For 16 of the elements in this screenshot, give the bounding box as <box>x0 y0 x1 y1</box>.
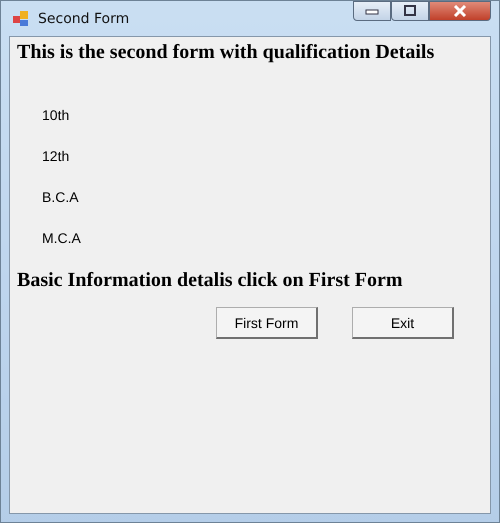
maximize-icon <box>403 5 417 17</box>
close-icon <box>453 5 467 17</box>
minimize-icon <box>365 7 379 15</box>
heading: This is the second form with qualification Details <box>17 41 436 64</box>
app-icon <box>12 10 30 28</box>
qualification-label: 12th <box>42 147 70 165</box>
window-title: Second Form <box>38 10 130 26</box>
qualification-label: M.C.A <box>42 229 82 247</box>
close-button[interactable] <box>429 1 491 21</box>
qualification-label: B.C.A <box>42 188 80 206</box>
qualification-label: 10th <box>42 106 70 124</box>
exit-button[interactable]: Exit <box>352 307 454 339</box>
first-form-button[interactable]: First Form <box>216 307 318 339</box>
maximize-button[interactable] <box>391 1 429 21</box>
info-text: Basic Information detalis click on First Form <box>17 269 404 292</box>
minimize-button[interactable] <box>353 1 391 21</box>
